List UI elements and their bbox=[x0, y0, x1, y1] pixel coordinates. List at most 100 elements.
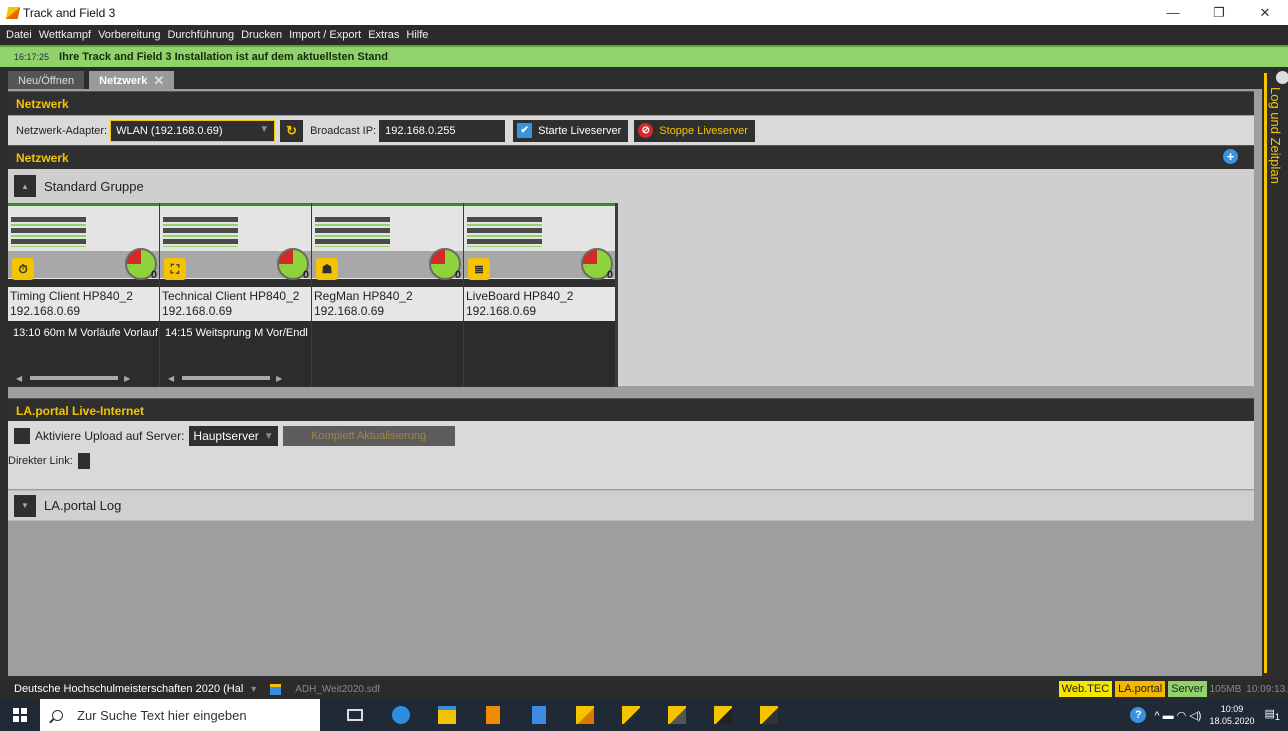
scroll-right-icon[interactable]: ▶ bbox=[124, 374, 130, 383]
network-clients-header: Netzwerk + bbox=[8, 145, 1254, 169]
gauge-icon: 0 bbox=[277, 248, 309, 281]
close-tab-icon[interactable]: ✕ bbox=[153, 73, 164, 89]
horizontal-scrollbar[interactable]: ◀ ▶ bbox=[168, 374, 304, 383]
windows-icon bbox=[13, 708, 27, 722]
sidebar-toggle-icon[interactable] bbox=[1276, 71, 1288, 84]
restore-button[interactable]: ❐ bbox=[1196, 0, 1242, 25]
add-group-icon[interactable]: + bbox=[1223, 149, 1238, 164]
trackandfield-icon[interactable] bbox=[700, 699, 746, 731]
scroll-thumb[interactable] bbox=[30, 376, 119, 380]
client-card[interactable]: ≣ 0 LiveBoard HP840_2 192.168.0.69 bbox=[464, 203, 615, 387]
status-time: 16:17:25 bbox=[14, 52, 50, 62]
system-clock[interactable]: 10:09 18.05.2020 bbox=[1209, 703, 1254, 727]
expand-icon[interactable]: ▼ bbox=[14, 494, 36, 517]
stopwatch-icon: ⏱ bbox=[12, 258, 34, 280]
direct-link-row: Direkter Link: bbox=[8, 453, 90, 469]
documents-icon[interactable] bbox=[470, 699, 516, 731]
laportal-log-header[interactable]: ▼ LA.portal Log bbox=[8, 490, 1254, 521]
thumb-bottom bbox=[8, 279, 159, 287]
log-schedule-sidebar[interactable]: Log und Zeitplan bbox=[1262, 67, 1288, 679]
menu-wettkampf[interactable]: Wettkampf bbox=[39, 29, 91, 41]
memory-usage: 105MB bbox=[1209, 683, 1242, 695]
edge-icon[interactable] bbox=[378, 699, 424, 731]
close-button[interactable]: ✕ bbox=[1242, 0, 1288, 25]
refresh-icon: ↻ bbox=[286, 122, 298, 138]
menu-durchfuehrung[interactable]: Durchführung bbox=[167, 29, 234, 41]
laportal-badge[interactable]: LA.portal bbox=[1115, 681, 1166, 697]
menu-datei[interactable]: Datei bbox=[6, 29, 32, 41]
update-status-bar: 16:17:25 Ihre Track and Field 3 Installa… bbox=[0, 45, 1288, 67]
app-status-bar: Deutsche Hochschulmeisterschaften 2020 (… bbox=[0, 679, 1288, 699]
group-header[interactable]: ▲ Standard Gruppe bbox=[14, 175, 144, 197]
refresh-button[interactable]: ↻ bbox=[280, 119, 304, 142]
trackandfield-icon[interactable] bbox=[562, 699, 608, 731]
client-ip: 192.168.0.69 bbox=[10, 304, 81, 318]
webtec-badge[interactable]: Web.TEC bbox=[1058, 681, 1113, 697]
tray-icons[interactable]: ^ ▬ ◠ ◁) bbox=[1154, 709, 1201, 722]
save-icon[interactable] bbox=[270, 683, 282, 695]
scroll-left-icon[interactable]: ◀ bbox=[168, 374, 174, 383]
server-badge[interactable]: Server bbox=[1168, 681, 1207, 697]
client-info: Timing Client HP840_2 192.168.0.69 bbox=[8, 287, 159, 321]
system-tray: ? ^ ▬ ◠ ◁) 10:09 18.05.2020 ▤1 bbox=[1130, 699, 1288, 731]
client-info: Technical Client HP840_2 192.168.0.69 bbox=[160, 287, 311, 321]
collapse-icon[interactable]: ▲ bbox=[14, 175, 36, 197]
chevron-down-icon[interactable]: ▼ bbox=[249, 684, 258, 694]
trackandfield-icon[interactable] bbox=[608, 699, 654, 731]
client-name: Technical Client HP840_2 bbox=[162, 289, 300, 303]
start-liveserver-button[interactable]: ✔ Starte Liveserver bbox=[513, 119, 629, 142]
taskbar-search[interactable]: Zur Suche Text hier eingeben bbox=[40, 699, 320, 731]
task-view-icon[interactable] bbox=[332, 699, 378, 731]
file-explorer-icon[interactable] bbox=[424, 699, 470, 731]
start-button[interactable] bbox=[0, 699, 40, 731]
client-event: 13:10 60m M Vorläufe Vorlauf bbox=[13, 327, 158, 339]
horizontal-scrollbar[interactable]: ◀ ▶ bbox=[16, 374, 152, 383]
competition-select[interactable]: Deutsche Hochschulmeisterschaften 2020 (… bbox=[14, 683, 243, 695]
adapter-select[interactable]: WLAN (192.168.0.69) ▼ bbox=[110, 119, 276, 142]
people-icon: ☗ bbox=[316, 258, 338, 280]
client-card[interactable]: ⏱ 0 Timing Client HP840_2 192.168.0.69 1… bbox=[8, 203, 159, 387]
menu-hilfe[interactable]: Hilfe bbox=[406, 29, 428, 41]
menu-import-export[interactable]: Import / Export bbox=[289, 29, 361, 41]
log-title: LA.portal Log bbox=[44, 498, 122, 513]
client-info: RegMan HP840_2 192.168.0.69 bbox=[312, 287, 463, 321]
direct-link-label: Direkter Link: bbox=[8, 455, 73, 467]
scroll-left-icon[interactable]: ◀ bbox=[16, 374, 22, 383]
trackandfield-icon[interactable] bbox=[654, 699, 700, 731]
help-icon[interactable]: ? bbox=[1130, 707, 1147, 723]
app-clock: 10:09:13. bbox=[1246, 683, 1288, 695]
client-ip: 192.168.0.69 bbox=[466, 304, 537, 318]
full-update-button[interactable]: Komplett Aktualisierung bbox=[282, 426, 455, 446]
broadcast-ip-input[interactable]: 192.168.0.255 bbox=[379, 119, 506, 142]
direct-link-field[interactable] bbox=[77, 453, 90, 469]
stop-liveserver-button[interactable]: ⊘ Stoppe Liveserver bbox=[634, 119, 755, 142]
client-ip: 192.168.0.69 bbox=[162, 304, 233, 318]
menu-vorbereitung[interactable]: Vorbereitung bbox=[98, 29, 160, 41]
minimize-button[interactable]: — bbox=[1150, 0, 1196, 25]
trackandfield-icon[interactable] bbox=[746, 699, 792, 731]
search-placeholder: Zur Suche Text hier eingeben bbox=[77, 707, 247, 723]
client-event: 14:15 Weitsprung M Vor/Endl bbox=[165, 327, 308, 339]
tab-neu-oeffnen[interactable]: Neu/Öffnen bbox=[8, 71, 85, 90]
status-message: Ihre Track and Field 3 Installation ist … bbox=[59, 51, 388, 63]
section-title: Netzwerk bbox=[16, 150, 69, 165]
client-card[interactable]: ☗ 0 RegMan HP840_2 192.168.0.69 bbox=[312, 203, 463, 387]
client-card[interactable]: ⛶ 0 Technical Client HP840_2 192.168.0.6… bbox=[160, 203, 311, 387]
tab-netzwerk[interactable]: Netzwerk ✕ bbox=[89, 71, 175, 90]
client-name: LiveBoard HP840_2 bbox=[466, 289, 574, 303]
tab-label: Neu/Öffnen bbox=[18, 74, 75, 87]
menu-drucken[interactable]: Drucken bbox=[241, 29, 282, 41]
upload-checkbox[interactable] bbox=[14, 428, 30, 444]
menu-extras[interactable]: Extras bbox=[368, 29, 399, 41]
scroll-thumb[interactable] bbox=[182, 376, 271, 380]
notes-icon[interactable] bbox=[516, 699, 562, 731]
clock-time: 10:09 bbox=[1220, 704, 1244, 714]
server-select[interactable]: Hauptserver ▼ bbox=[189, 426, 278, 446]
scroll-right-icon[interactable]: ▶ bbox=[276, 374, 282, 383]
gauge-icon: 0 bbox=[125, 248, 157, 281]
thumb-bar bbox=[312, 203, 463, 206]
group-title: Standard Gruppe bbox=[44, 178, 144, 194]
client-info: LiveBoard HP840_2 192.168.0.69 bbox=[464, 287, 615, 321]
upload-label: Aktiviere Upload auf Server: bbox=[35, 429, 185, 443]
notification-icon[interactable]: ▤1 bbox=[1265, 707, 1281, 722]
